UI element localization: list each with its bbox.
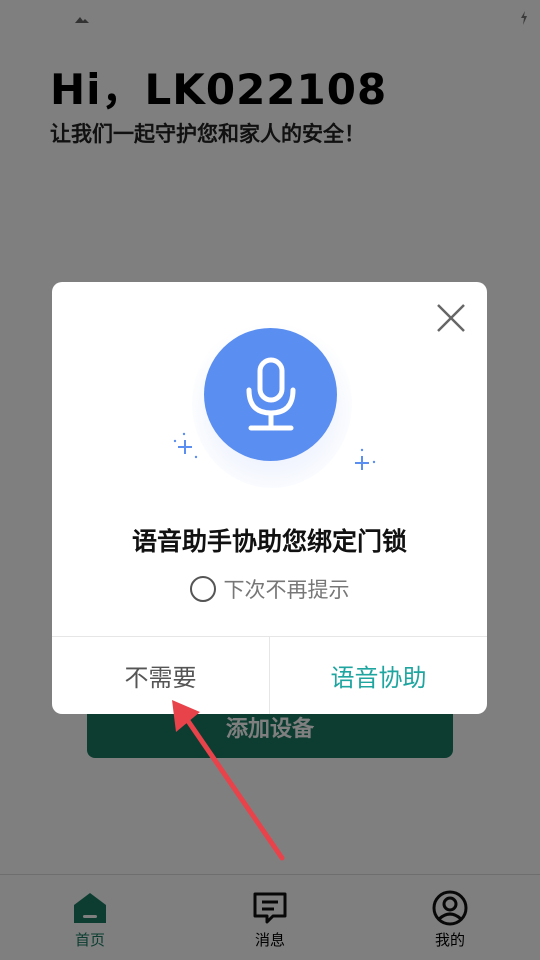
voice-assist-button[interactable]: 语音协助: [270, 637, 487, 714]
dont-remind-label: 下次不再提示: [223, 578, 350, 602]
dialog-title: 语音助手协助您绑定门锁: [131, 527, 407, 556]
dont-remind-checkbox[interactable]: 下次不再提示: [52, 574, 487, 604]
voice-assist-dialog: 语音助手协助您绑定门锁 下次不再提示 不需要 语音协助: [52, 282, 487, 714]
sparkle-right-icon: [355, 448, 376, 470]
radio-circle-icon[interactable]: [189, 576, 216, 602]
dialog-button-row: 不需要 语音协助: [52, 636, 487, 714]
microphone-icon: [204, 328, 337, 461]
close-icon[interactable]: [435, 302, 467, 334]
sparkle-left-icon: [173, 432, 198, 459]
decline-button[interactable]: 不需要: [52, 637, 269, 714]
